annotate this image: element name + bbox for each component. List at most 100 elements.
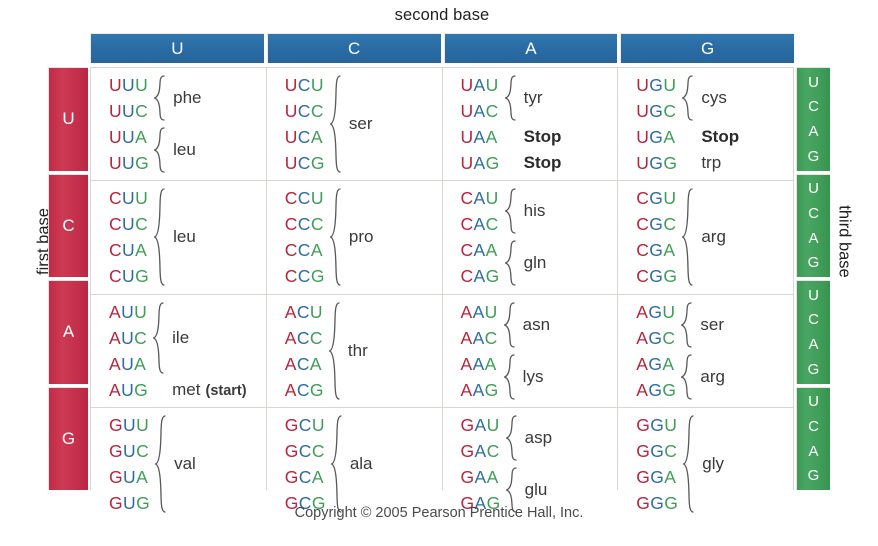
second-base-header-label: U bbox=[171, 38, 184, 58]
codon-cell-gu: GUU GUC GUA GUG val bbox=[91, 407, 266, 520]
codon-base-1: A bbox=[284, 379, 297, 400]
amino-acid-groups: leu bbox=[153, 185, 266, 289]
first-base-cell-c: C bbox=[48, 173, 88, 277]
amino-acid-groups: pro bbox=[329, 185, 442, 289]
amino-acid-group: ala bbox=[330, 412, 442, 516]
amino-acid-group: trp bbox=[681, 150, 793, 176]
codon-cell-cg: CGU CGC CGA CGG arg bbox=[618, 181, 793, 294]
curly-brace-icon bbox=[504, 188, 517, 235]
codon-base-3: C bbox=[309, 327, 323, 348]
codon-base-1: C bbox=[284, 266, 298, 287]
curly-brace-icon bbox=[682, 415, 695, 513]
codon-base-1: C bbox=[636, 214, 650, 235]
codon-stack: UAU UAC UAA UAG bbox=[461, 72, 500, 176]
codon-base-2: U bbox=[121, 301, 135, 322]
codon-base-2: C bbox=[298, 440, 312, 461]
codon-base-2: A bbox=[474, 414, 487, 435]
curly-brace-icon bbox=[152, 301, 165, 374]
codon-base-3: C bbox=[134, 327, 148, 348]
amino-acid-label: arg bbox=[700, 366, 725, 386]
codon-base-3: C bbox=[310, 214, 324, 235]
first-base-column: U C A G bbox=[48, 67, 88, 490]
codon-base-3: C bbox=[311, 440, 325, 461]
codon-base-2: A bbox=[472, 327, 485, 348]
codon-base-1: G bbox=[109, 414, 124, 435]
first-base-cell-g: G bbox=[48, 386, 88, 490]
first-base-label: C bbox=[62, 215, 75, 235]
codon-base-2: U bbox=[122, 101, 136, 122]
codon-base-2: G bbox=[649, 240, 664, 261]
codon-base-2: G bbox=[649, 266, 664, 287]
amino-acid-group: arg bbox=[680, 351, 793, 403]
codon-cell-gg: GGU GGC GGA GGG gly bbox=[618, 407, 793, 520]
amino-acid-group: gln bbox=[504, 237, 618, 289]
codon-base-2: C bbox=[296, 353, 310, 374]
codon: UAC bbox=[461, 98, 500, 124]
codon-base-3: C bbox=[663, 214, 677, 235]
amino-acid-group: his bbox=[504, 185, 618, 237]
codon-base-2: A bbox=[473, 153, 486, 174]
codon-base-2: G bbox=[650, 466, 665, 487]
third-base-group-4: UCAG bbox=[796, 386, 830, 490]
third-base-letter: C bbox=[808, 311, 819, 329]
codon-base-1: U bbox=[284, 101, 298, 122]
codon-base-1: U bbox=[460, 101, 474, 122]
codon-base-2: C bbox=[297, 153, 311, 174]
amino-acid-label: Stop bbox=[523, 153, 562, 173]
codon-base-2: A bbox=[473, 101, 486, 122]
amino-acid-label: ala bbox=[349, 453, 373, 473]
third-base-column: UCAGUCAGUCAGUCAG bbox=[796, 67, 830, 490]
codon-base-2: G bbox=[649, 214, 664, 235]
second-base-header-label: A bbox=[525, 38, 537, 58]
codon: CAG bbox=[461, 263, 500, 289]
codon-base-3: U bbox=[486, 414, 500, 435]
third-base-group-1: UCAG bbox=[796, 67, 830, 171]
amino-acid-group: Stop bbox=[504, 124, 618, 150]
codon-base-2: C bbox=[296, 379, 310, 400]
codon: AAG bbox=[461, 377, 499, 403]
codon-base-3: G bbox=[485, 153, 500, 174]
codon: UUC bbox=[109, 98, 149, 124]
codon-base-2: C bbox=[296, 327, 310, 348]
amino-acid-groups: gly bbox=[682, 412, 793, 516]
codon-base-2: U bbox=[122, 188, 136, 209]
codon-base-1: U bbox=[284, 153, 298, 174]
codon-base-1: A bbox=[636, 301, 649, 322]
codon: CCA bbox=[285, 237, 325, 263]
codon-base-3: U bbox=[485, 188, 499, 209]
codon-base-1: U bbox=[636, 127, 650, 148]
curly-brace-icon bbox=[504, 75, 517, 121]
third-base-letter: C bbox=[808, 204, 819, 222]
codon-base-3: C bbox=[136, 440, 150, 461]
codon-base-3: C bbox=[664, 440, 678, 461]
codon: GCU bbox=[285, 412, 326, 438]
codon-base-2: U bbox=[123, 414, 137, 435]
codon-base-2: G bbox=[648, 327, 663, 348]
amino-acid-group: asn bbox=[503, 299, 618, 351]
amino-acid-group: phe bbox=[153, 72, 266, 124]
codon-stack: UUU UUC UUA UUG bbox=[109, 72, 149, 176]
codon-stack: CUU CUC CUA CUG bbox=[109, 185, 149, 289]
codon-base-2: C bbox=[297, 127, 311, 148]
curly-brace-icon bbox=[329, 75, 342, 173]
amino-acid-group: pro bbox=[329, 185, 442, 289]
codon-base-1: U bbox=[460, 75, 474, 95]
codon: GGU bbox=[636, 412, 678, 438]
codon-base-2: C bbox=[297, 266, 311, 287]
codon-cell-uu: UUU UUC UUA UUG phe leu bbox=[91, 68, 266, 181]
amino-acid-groups: ser arg bbox=[680, 299, 793, 403]
third-base-caption: third base bbox=[835, 205, 854, 278]
first-base-label: U bbox=[62, 109, 75, 129]
codon-base-3: U bbox=[310, 188, 324, 209]
amino-acid-label: lys bbox=[522, 366, 544, 386]
codon-base-2: A bbox=[473, 266, 486, 287]
codon: GAA bbox=[461, 464, 501, 490]
curly-brace-icon bbox=[153, 127, 166, 173]
second-base-header-c: C bbox=[266, 33, 441, 63]
third-base-letter: G bbox=[807, 254, 820, 272]
codon-base-3: C bbox=[662, 327, 676, 348]
codon-base-3: A bbox=[310, 240, 323, 261]
codon-base-2: A bbox=[473, 127, 486, 148]
codon-base-1: G bbox=[636, 466, 651, 487]
third-base-letter: G bbox=[807, 147, 820, 165]
